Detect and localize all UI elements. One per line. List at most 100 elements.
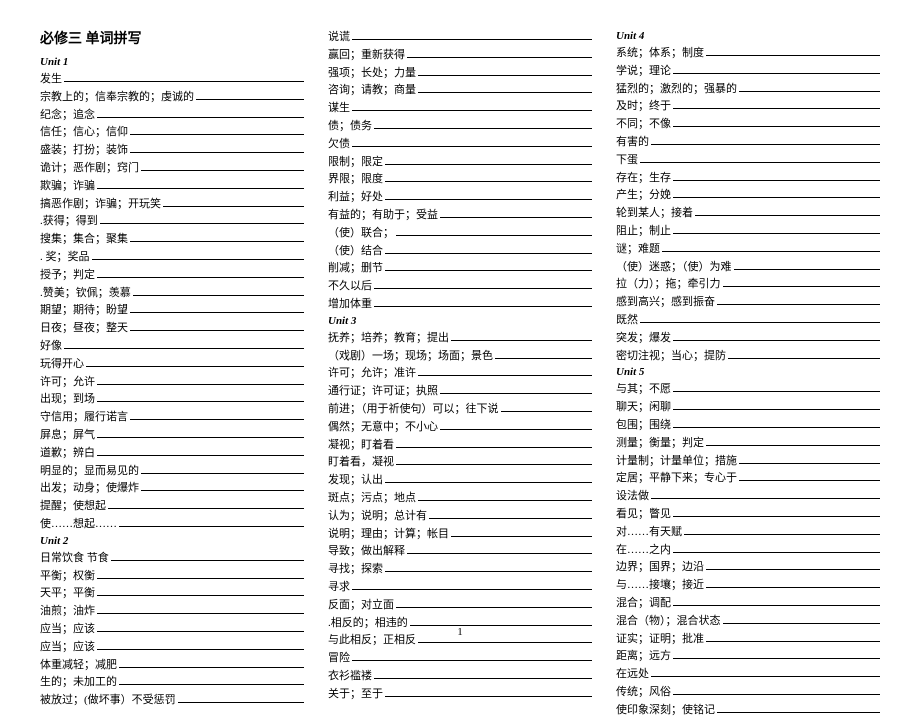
fill-blank [673, 117, 880, 127]
fill-blank [728, 349, 880, 359]
fill-blank [673, 331, 880, 341]
vocab-label: 界限；限度 [328, 170, 383, 186]
vocab-label: 不同；不像 [616, 115, 671, 131]
vocab-entry: 使印象深刻；使铭记 [616, 701, 880, 717]
vocab-entry: 许可；允许；准许 [328, 364, 592, 380]
fill-blank [108, 499, 304, 509]
vocab-entry: 授予；判定 [40, 266, 304, 282]
vocab-label: 轮到某人；接着 [616, 204, 693, 220]
vocab-label: 包围；围绕 [616, 416, 671, 432]
vocab-label: 日夜；昼夜；整天 [40, 319, 128, 335]
fill-blank [385, 190, 592, 200]
fill-blank [97, 392, 304, 402]
vocab-label: 混合（物）；混合状态 [616, 612, 721, 628]
vocab-entry: 期望；期待；盼望 [40, 301, 304, 317]
unit-heading: Unit 4 [616, 30, 880, 42]
fill-blank [418, 633, 592, 643]
fill-blank [130, 143, 304, 153]
vocab-label: 寻求 [328, 578, 350, 594]
vocab-entry: 认为；说明；总计有 [328, 507, 592, 523]
vocab-label: 证实；证明；批准 [616, 630, 704, 646]
vocab-label: 诡计；恶作剧；窍门 [40, 159, 139, 175]
vocab-entry: 偶然；无意中；不小心 [328, 418, 592, 434]
vocab-entry: 寻求 [328, 578, 592, 594]
fill-blank [385, 687, 592, 697]
vocab-entry: 通行证；许可证；执照 [328, 382, 592, 398]
vocab-label: 道歉；辨白 [40, 444, 95, 460]
fill-blank [673, 649, 880, 659]
fill-blank [396, 438, 592, 448]
vocab-entry: 使……想起…… [40, 515, 304, 531]
vocab-label: .赞美；钦佩；羡慕 [40, 284, 131, 300]
fill-blank [673, 224, 880, 234]
vocab-entry: （戏剧）一场；现场；场面；景色 [328, 347, 592, 363]
fill-blank [130, 321, 304, 331]
fill-blank [673, 188, 880, 198]
fill-blank [673, 418, 880, 428]
vocab-label: 盯着看，凝视 [328, 453, 394, 469]
fill-blank [97, 446, 304, 456]
vocab-label: 使印象深刻；使铭记 [616, 701, 715, 717]
vocab-entry: 寻找；探索 [328, 560, 592, 576]
fill-blank [396, 455, 592, 465]
vocab-label: 债；债务 [328, 117, 372, 133]
vocab-entry: .赞美；钦佩；羡慕 [40, 284, 304, 300]
vocab-entry: 利益；好处 [328, 188, 592, 204]
unit-heading: Unit 3 [328, 315, 592, 327]
fill-blank [673, 685, 880, 695]
vocab-entry: 存在；生存 [616, 169, 880, 185]
vocab-label: 与此相反；正相反 [328, 631, 416, 647]
vocab-label: 下蛋 [616, 151, 638, 167]
vocab-label: 认为；说明；总计有 [328, 507, 427, 523]
vocab-label: 应当；应该 [40, 620, 95, 636]
vocab-entry: 许可；允许 [40, 373, 304, 389]
vocab-entry: 屏息；屏气 [40, 426, 304, 442]
vocab-entry: 证实；证明；批准 [616, 630, 880, 646]
vocab-label: 通行证；许可证；执照 [328, 382, 438, 398]
fill-blank [385, 562, 592, 572]
vocab-entry: 抚养；培养；教育；提出 [328, 329, 592, 345]
fill-blank [723, 614, 881, 624]
fill-blank [673, 507, 880, 517]
vocab-entry: 应当；应该 [40, 620, 304, 636]
fill-blank [451, 331, 592, 341]
fill-blank [717, 295, 880, 305]
vocab-entry: 盛装；打扮；装饰 [40, 141, 304, 157]
vocab-entry: 平衡；权衡 [40, 567, 304, 583]
vocab-entry: 下蛋 [616, 151, 880, 167]
vocab-label: 应当；应该 [40, 638, 95, 654]
vocab-entry: 体重减轻；减肥 [40, 656, 304, 672]
vocab-label: 产生；分娩 [616, 186, 671, 202]
vocab-entry: 强项；长处；力量 [328, 64, 592, 80]
fill-blank [352, 580, 592, 590]
vocab-label: 谜；难题 [616, 240, 660, 256]
fill-blank [640, 313, 880, 323]
vocab-entry: 计量制；计量单位；措施 [616, 452, 880, 468]
fill-blank [396, 598, 592, 608]
vocab-label: 衣衫褴褛 [328, 667, 372, 683]
vocab-label: 学说；理论 [616, 62, 671, 78]
vocab-label: 设法做 [616, 487, 649, 503]
vocab-label: 欠债 [328, 135, 350, 151]
vocab-label: 欺骗；诈骗 [40, 177, 95, 193]
vocab-label: . 奖；奖品 [40, 248, 90, 264]
vocab-entry: 搞恶作剧；诈骗；开玩笑 [40, 195, 304, 211]
fill-blank [374, 297, 592, 307]
vocab-entry: 界限；限度 [328, 170, 592, 186]
vocab-label: 发现；认出 [328, 471, 383, 487]
vocab-entry: 说明；理由；计算；帐目 [328, 525, 592, 541]
vocab-label: 搞恶作剧；诈骗；开玩笑 [40, 195, 161, 211]
vocab-entry: 突发；爆发 [616, 329, 880, 345]
vocab-entry: 猛烈的；激烈的；强暴的 [616, 80, 880, 96]
vocab-entry: 混合（物）；混合状态 [616, 612, 880, 628]
vocab-entry: 衣衫褴褛 [328, 667, 592, 683]
vocab-entry: 信任；信心；信仰 [40, 123, 304, 139]
fill-blank [178, 693, 304, 703]
page-number: 1 [457, 626, 463, 638]
fill-blank [673, 382, 880, 392]
fill-blank [739, 82, 880, 92]
vocab-entry: 与其；不愿 [616, 380, 880, 396]
vocab-label: 混合；调配 [616, 594, 671, 610]
fill-blank [418, 66, 592, 76]
fill-blank [130, 303, 304, 313]
